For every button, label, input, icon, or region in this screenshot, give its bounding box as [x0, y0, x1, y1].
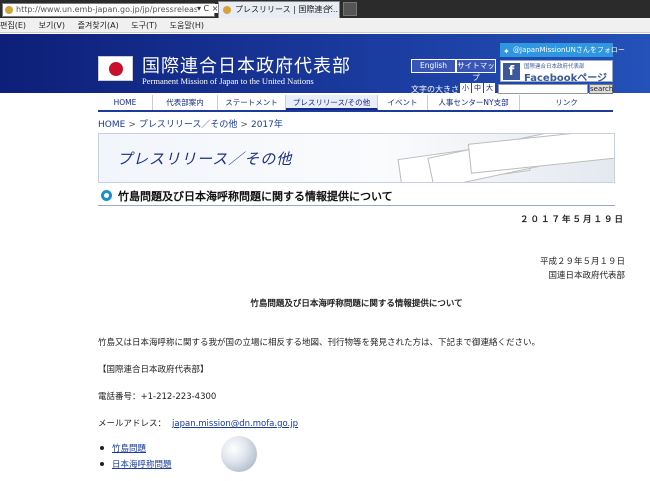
font-small-button[interactable]: 小 [460, 83, 471, 94]
menu-view[interactable]: 보기(V) [39, 21, 65, 30]
twitter-follow-button[interactable]: ✦ @JapanMissionUNさんをフォロー [500, 43, 625, 57]
font-medium-button[interactable]: 中 [472, 83, 483, 94]
page-heading: 竹島問題及び日本海呼称問題に関する情報提供について [98, 186, 615, 206]
new-tab-button[interactable] [343, 2, 357, 16]
menu-tools[interactable]: 도구(T) [131, 21, 157, 30]
facebook-icon: f [503, 63, 520, 80]
sitemap-button[interactable]: サイトマップ [456, 59, 496, 82]
page-title: 竹島問題及び日本海呼称問題に関する情報提供について [118, 190, 393, 203]
address-text: http://www.un.emb-japan.go.jp/jp/pressre… [16, 5, 215, 14]
facebook-page-button[interactable]: f 国際連合日本政府代表部 Facebookページ [500, 60, 613, 84]
site-title[interactable]: 国際連合日本政府代表部 [142, 52, 351, 78]
search-button[interactable]: search [589, 84, 613, 94]
twitter-bird-icon: ✦ [503, 47, 510, 56]
font-size-label: 文字の大きさ [411, 85, 459, 94]
tab-favicon-icon [223, 6, 231, 14]
breadcrumb-home[interactable]: HOME [98, 120, 125, 130]
tab-close-icon[interactable]: × [327, 3, 334, 12]
release-date: ２０１７年５月１９日 [519, 215, 625, 225]
search-input[interactable] [498, 84, 588, 94]
tab-bar: http://www.un.emb-japan.go.jp/jp/pressre… [0, 0, 650, 18]
contact-email: メールアドレス： japan.mission@dn.mofa.go.jp [98, 417, 298, 429]
site-subtitle: Permanent Mission of Japan to the United… [142, 76, 314, 86]
breadcrumb-section[interactable]: プレスリリース／その他 [139, 120, 238, 130]
font-large-button[interactable]: 大 [484, 83, 495, 94]
menu-favorites[interactable]: 즐겨찾기(A) [78, 21, 119, 30]
bullet-circle-icon [101, 190, 112, 201]
nav-item-events[interactable]: イベント [378, 95, 428, 110]
link-sea-of-japan[interactable]: 日本海呼称問題 [112, 460, 172, 470]
browser-tab[interactable]: プレスリリース | 国際連合... [218, 1, 340, 18]
document-title: 竹島問題及び日本海呼称問題に関する情報提供について [250, 299, 463, 309]
contact-organization: 【国際連合日本政府代表部】 [98, 365, 209, 375]
menu-bar: 편집(E) 보기(V) 즐겨찾기(A) 도구(T) 도움말(H) [0, 18, 650, 33]
menu-help[interactable]: 도움말(H) [170, 21, 204, 30]
font-size-buttons: 小中大 [460, 83, 496, 94]
document-date: 平成２９年５月１９日 [539, 257, 625, 267]
menu-edit[interactable]: 편집(E) [0, 21, 26, 30]
tab-title: プレスリリース | 国際連合... [235, 5, 339, 14]
nav-item-about[interactable]: 代表部案内 [153, 95, 218, 110]
link-takeshima[interactable]: 竹島問題 [112, 444, 146, 454]
list-item: 竹島問題 [98, 442, 172, 454]
contact-phone: 電話番号：+1-212-223-4300 [98, 392, 217, 402]
japan-flag-icon [98, 56, 133, 81]
breadcrumb: HOME > プレスリリース／その他 >2017年 [98, 117, 283, 130]
browser-chrome: http://www.un.emb-japan.go.jp/jp/pressre… [0, 0, 650, 33]
banner-title: プレスリリース／その他 [117, 150, 293, 168]
section-banner: プレスリリース／その他 [98, 133, 615, 183]
address-bar[interactable]: http://www.un.emb-japan.go.jp/jp/pressre… [2, 3, 215, 17]
breadcrumb-separator: > [128, 120, 136, 130]
email-label: メールアドレス： [98, 419, 167, 429]
list-item: 日本海呼称問題 [98, 458, 172, 470]
nav-item-home[interactable]: HOME [98, 95, 153, 110]
document-organization: 国連日本政府代表部 [548, 271, 625, 281]
site-favicon-icon [5, 6, 13, 14]
breadcrumb-year[interactable]: 2017年 [251, 120, 283, 130]
email-link[interactable]: japan.mission@dn.mofa.go.jp [172, 419, 298, 429]
english-button[interactable]: English [411, 59, 456, 73]
related-links: 竹島問題 日本海呼称問題 [98, 442, 172, 474]
nav-item-links[interactable]: リンク [520, 95, 613, 110]
main-nav: HOME 代表部案内 ステートメント プレスリリース/その他 イベント 人事セン… [98, 95, 613, 112]
body-text: 竹島又は日本海呼称に関する我が国の立場に相反する地図、刊行物等を発見された方は、… [98, 338, 541, 348]
nav-item-statements[interactable]: ステートメント [218, 95, 286, 110]
breadcrumb-separator: > [240, 120, 248, 130]
twitter-label: @JapanMissionUNさんをフォロー [513, 46, 625, 54]
nav-item-press-releases[interactable]: プレスリリース/その他 [286, 95, 378, 110]
globe-icon [221, 436, 257, 472]
address-bar-buttons[interactable]: ▾ C × [197, 4, 219, 13]
facebook-big-label: Facebookページ [524, 73, 608, 84]
nav-item-hr-center[interactable]: 人事センターNY支部 [428, 95, 520, 110]
